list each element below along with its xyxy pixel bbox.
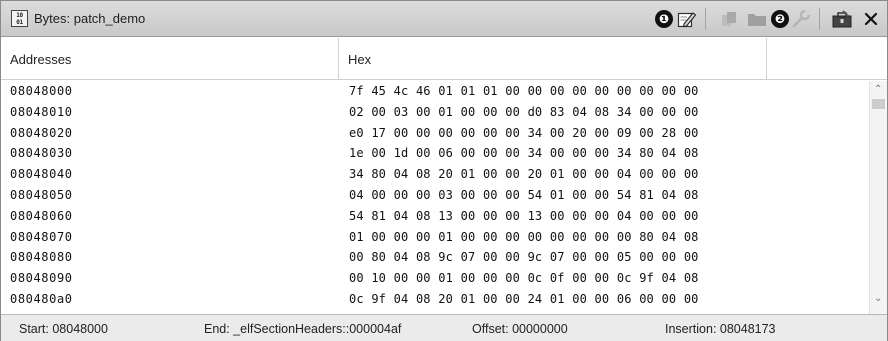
scroll-down-arrow-icon[interactable]: ⌄ — [874, 293, 882, 304]
hex-row[interactable]: 08048090 00 10 00 00 01 00 00 00 0c 0f 0… — [1, 268, 869, 288]
hex-app-icon: 10 01 — [11, 10, 28, 27]
hex-row[interactable]: 08048030 1e 00 1d 00 06 00 00 00 34 00 0… — [1, 143, 869, 163]
hex-row[interactable]: 08048010 02 00 03 00 01 00 00 00 d0 83 0… — [1, 102, 869, 122]
title-bar[interactable]: 10 01 Bytes: patch_demo ❶ ❷ — [1, 1, 887, 37]
scroll-up-arrow-icon[interactable]: ⌃ — [874, 84, 882, 95]
row-hex-bytes[interactable]: 1e 00 1d 00 06 00 00 00 34 00 00 00 34 8… — [349, 143, 699, 163]
hex-rows[interactable]: 08048000 7f 45 4c 46 01 01 01 00 00 00 0… — [1, 81, 869, 314]
status-end: End: _elfSectionHeaders::000004af — [204, 322, 402, 336]
row-hex-bytes[interactable]: 0c 9f 04 08 20 01 00 00 24 01 00 00 06 0… — [349, 289, 699, 309]
copy-icon — [720, 10, 738, 28]
status-bar: Start: 08048000 End: _elfSectionHeaders:… — [1, 314, 887, 341]
row-hex-bytes[interactable]: 34 80 04 08 20 01 00 00 20 01 00 00 04 0… — [349, 164, 699, 184]
column-header-hex[interactable]: Hex — [339, 38, 767, 80]
hex-row[interactable]: 080480a0 0c 9f 04 08 20 01 00 00 24 01 0… — [1, 289, 869, 309]
hex-row[interactable]: 08048040 34 80 04 08 20 01 00 00 20 01 0… — [1, 164, 869, 184]
bytes-window: 10 01 Bytes: patch_demo ❶ ❷ Addresses He… — [0, 0, 888, 341]
hex-row[interactable]: 08048070 01 00 00 00 01 00 00 00 00 00 0… — [1, 227, 869, 247]
row-address: 08048090 — [10, 271, 73, 286]
toolbox-icon — [831, 9, 853, 29]
status-insertion: Insertion: 08048173 — [665, 322, 776, 336]
status-offset: Offset: 00000000 — [472, 322, 568, 336]
row-hex-bytes[interactable]: e0 17 00 00 00 00 00 00 34 00 20 00 09 0… — [349, 123, 699, 143]
hex-row[interactable]: 08048020 e0 17 00 00 00 00 00 00 34 00 2… — [1, 123, 869, 143]
row-hex-bytes[interactable]: 04 00 00 00 03 00 00 00 54 01 00 00 54 8… — [349, 185, 699, 205]
row-hex-bytes[interactable]: 54 81 04 08 13 00 00 00 13 00 00 00 04 0… — [349, 206, 699, 226]
vertical-scrollbar[interactable]: ⌃ ⌄ — [869, 81, 887, 314]
open-folder-button[interactable] — [745, 8, 769, 30]
wrench-icon — [791, 10, 811, 28]
row-address: 08048020 — [10, 125, 73, 140]
row-address: 08048050 — [10, 188, 73, 202]
column-header-row: Addresses Hex — [1, 38, 887, 80]
row-hex-bytes[interactable]: 02 00 03 00 01 00 00 00 d0 83 04 08 34 0… — [349, 102, 699, 122]
patch-edit-icon — [677, 10, 697, 28]
row-hex-bytes[interactable]: 7f 45 4c 46 01 01 01 00 00 00 00 00 00 0… — [349, 81, 699, 101]
row-address: 08048040 — [10, 167, 73, 182]
toolbar-separator — [705, 8, 706, 30]
row-address: 08048080 — [10, 250, 73, 265]
toolbox-button[interactable] — [829, 8, 855, 30]
settings-button[interactable] — [789, 8, 813, 30]
hex-row[interactable]: 08048000 7f 45 4c 46 01 01 01 00 00 00 0… — [1, 81, 869, 101]
copy-button[interactable] — [717, 8, 741, 30]
scroll-thumb[interactable] — [872, 99, 885, 109]
row-address: 08048060 — [10, 208, 73, 223]
row-address: 08048030 — [10, 146, 73, 161]
callout-1-marker: ❶ — [655, 10, 673, 28]
row-hex-bytes[interactable]: 00 80 04 08 9c 07 00 00 9c 07 00 00 05 0… — [349, 247, 699, 267]
row-address: 080480a0 — [10, 292, 73, 306]
hex-row[interactable]: 08048080 00 80 04 08 9c 07 00 00 9c 07 0… — [1, 247, 869, 267]
row-hex-bytes[interactable]: 00 10 00 00 01 00 00 00 0c 0f 00 00 0c 9… — [349, 268, 699, 288]
close-icon — [864, 12, 878, 26]
callout-2-marker: ❷ — [771, 10, 789, 28]
row-address: 08048000 — [10, 84, 73, 98]
close-button[interactable] — [861, 8, 881, 30]
patch-edit-button[interactable] — [675, 8, 699, 30]
row-address: 08048010 — [10, 104, 73, 119]
column-header-addresses[interactable]: Addresses — [1, 38, 339, 80]
window-title: Bytes: patch_demo — [34, 11, 146, 26]
status-start: Start: 08048000 — [19, 322, 108, 336]
hex-row[interactable]: 08048060 54 81 04 08 13 00 00 00 13 00 0… — [1, 206, 869, 226]
toolbar-separator — [819, 8, 820, 30]
hex-row[interactable]: 08048050 04 00 00 00 03 00 00 00 54 01 0… — [1, 185, 869, 205]
row-hex-bytes[interactable]: 01 00 00 00 01 00 00 00 00 00 00 00 00 8… — [349, 227, 699, 247]
folder-icon — [747, 10, 767, 28]
row-address: 08048070 — [10, 229, 73, 244]
